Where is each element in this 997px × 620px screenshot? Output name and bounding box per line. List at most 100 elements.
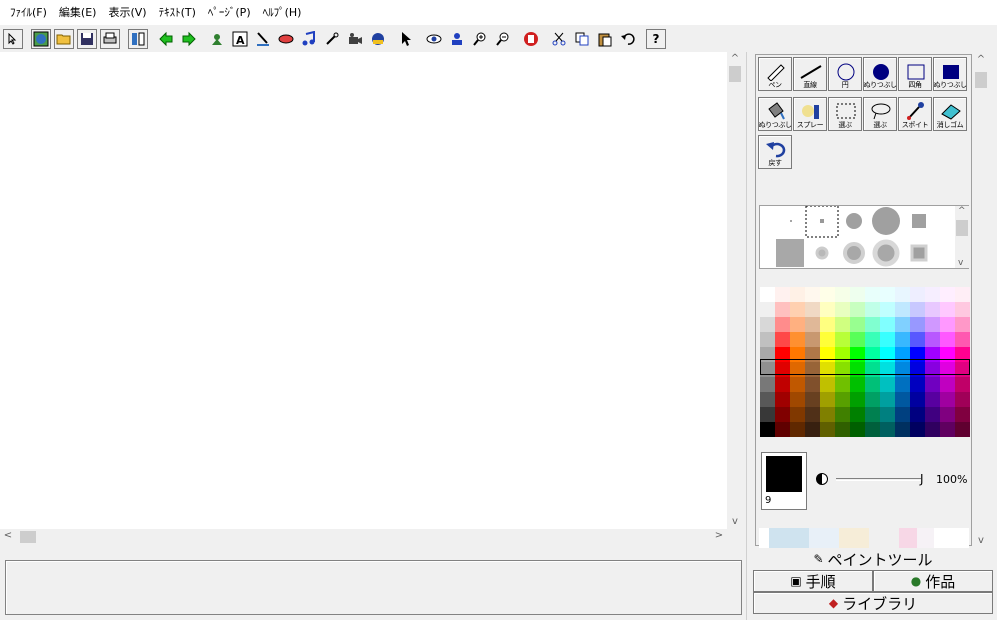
palette-color-cell[interactable] bbox=[895, 317, 910, 332]
tool-button[interactable] bbox=[322, 28, 342, 49]
palette-color-cell[interactable] bbox=[850, 302, 865, 317]
palette-color-cell[interactable] bbox=[940, 392, 955, 407]
palette-color-cell[interactable] bbox=[760, 407, 775, 422]
filled-circle-tool-button[interactable]: ぬりつぶし bbox=[863, 57, 897, 91]
menu-edit[interactable]: 編集(E) bbox=[53, 0, 103, 25]
palette-color-cell[interactable] bbox=[895, 362, 910, 377]
filled-rectangle-tool-button[interactable]: ぬりつぶし bbox=[933, 57, 967, 91]
palette-color-cell[interactable] bbox=[820, 347, 835, 362]
palette-color-cell[interactable] bbox=[955, 302, 970, 317]
palette-color-cell[interactable] bbox=[910, 377, 925, 392]
lasso-select-tool-button[interactable]: 選ぶ bbox=[863, 97, 897, 131]
palette-color-cell[interactable] bbox=[850, 332, 865, 347]
palette-color-cell[interactable] bbox=[925, 302, 940, 317]
opacity-slider-track[interactable] bbox=[836, 478, 921, 481]
palette-color-cell[interactable] bbox=[865, 302, 880, 317]
character-button[interactable] bbox=[207, 28, 227, 49]
palette-color-cell[interactable] bbox=[835, 302, 850, 317]
palette-color-cell[interactable] bbox=[850, 347, 865, 362]
palette-color-cell[interactable] bbox=[955, 377, 970, 392]
palette-color-cell[interactable] bbox=[805, 392, 820, 407]
palette-color-cell[interactable] bbox=[925, 347, 940, 362]
palette-color-cell[interactable] bbox=[835, 317, 850, 332]
cut-button[interactable] bbox=[549, 28, 569, 49]
palette-color-cell[interactable] bbox=[925, 287, 940, 302]
palette-color-cell[interactable] bbox=[865, 332, 880, 347]
palette-color-cell[interactable] bbox=[790, 317, 805, 332]
palette-color-cell[interactable] bbox=[880, 302, 895, 317]
palette-color-cell[interactable] bbox=[820, 407, 835, 422]
palette-color-cell[interactable] bbox=[820, 392, 835, 407]
palette-color-cell[interactable] bbox=[820, 302, 835, 317]
line-tool-button[interactable]: 直線 bbox=[793, 57, 827, 91]
menu-view[interactable]: 表示(V) bbox=[102, 0, 152, 25]
palette-color-cell[interactable] bbox=[895, 287, 910, 302]
previous-page-button[interactable] bbox=[156, 28, 176, 49]
palette-color-cell[interactable] bbox=[805, 302, 820, 317]
palette-color-cell[interactable] bbox=[865, 347, 880, 362]
undo-tool-button[interactable]: 戻す bbox=[758, 135, 792, 169]
palette-color-cell[interactable] bbox=[910, 392, 925, 407]
canvas-vertical-scroll-thumb[interactable] bbox=[729, 66, 741, 82]
palette-color-cell[interactable] bbox=[880, 422, 895, 437]
canvas-vertical-scrollbar[interactable]: ^ v bbox=[727, 52, 743, 529]
panel-splitter[interactable] bbox=[746, 52, 752, 620]
eyedropper-tool-button[interactable]: スポイト bbox=[898, 97, 932, 131]
palette-color-cell[interactable] bbox=[910, 407, 925, 422]
palette-color-cell[interactable] bbox=[910, 422, 925, 437]
palette-color-cell[interactable] bbox=[955, 392, 970, 407]
palette-color-cell[interactable] bbox=[775, 287, 790, 302]
palette-color-cell[interactable] bbox=[775, 407, 790, 422]
palette-color-cell[interactable] bbox=[910, 347, 925, 362]
paste-button[interactable] bbox=[595, 28, 615, 49]
palette-color-cell[interactable] bbox=[955, 332, 970, 347]
menu-text[interactable]: ﾃｷｽﾄ(T) bbox=[153, 0, 202, 25]
panel-scroll-up-icon[interactable]: ^ bbox=[973, 54, 989, 65]
spray-tool-button[interactable]: スプレー bbox=[793, 97, 827, 131]
drawing-canvas[interactable] bbox=[0, 52, 727, 529]
palette-color-cell[interactable] bbox=[760, 302, 775, 317]
select-mode-button[interactable] bbox=[3, 28, 23, 49]
palette-color-cell[interactable] bbox=[775, 302, 790, 317]
texture-palette[interactable] bbox=[759, 528, 969, 548]
scroll-left-arrow-icon[interactable]: < bbox=[0, 529, 16, 543]
palette-color-cell[interactable] bbox=[835, 377, 850, 392]
help-button[interactable]: ? bbox=[646, 28, 666, 49]
tab-paint-tool[interactable]: ✎ ペイントツール bbox=[753, 548, 993, 570]
opacity-slider-thumb[interactable]: J bbox=[920, 472, 924, 486]
palette-color-cell[interactable] bbox=[910, 362, 925, 377]
palette-color-cell[interactable] bbox=[910, 332, 925, 347]
new-work-button[interactable] bbox=[31, 28, 51, 49]
palette-color-cell[interactable] bbox=[790, 362, 805, 377]
palette-color-cell[interactable] bbox=[925, 422, 940, 437]
palette-color-cell[interactable] bbox=[955, 287, 970, 302]
palette-color-cell[interactable] bbox=[895, 422, 910, 437]
pen-tool-button[interactable]: ペン bbox=[758, 57, 792, 91]
palette-color-cell[interactable] bbox=[880, 317, 895, 332]
palette-color-cell[interactable] bbox=[850, 407, 865, 422]
palette-color-cell[interactable] bbox=[880, 377, 895, 392]
undo-button[interactable] bbox=[618, 28, 638, 49]
palette-color-cell[interactable] bbox=[850, 422, 865, 437]
brush-size-selector[interactable]: ^ v bbox=[759, 205, 969, 269]
palette-color-cell[interactable] bbox=[850, 287, 865, 302]
palette-color-cell[interactable] bbox=[805, 362, 820, 377]
panel-scroll-down-icon[interactable]: v bbox=[973, 535, 989, 546]
palette-color-cell[interactable] bbox=[925, 362, 940, 377]
menu-page[interactable]: ﾍﾟｰｼﾞ(P) bbox=[202, 0, 257, 25]
paint-bucket-tool-button[interactable]: ぬりつぶし bbox=[758, 97, 792, 131]
palette-color-cell[interactable] bbox=[850, 362, 865, 377]
palette-color-cell[interactable] bbox=[865, 362, 880, 377]
palette-color-cell[interactable] bbox=[805, 347, 820, 362]
palette-color-cell[interactable] bbox=[910, 302, 925, 317]
preview-button[interactable] bbox=[424, 28, 444, 49]
palette-color-cell[interactable] bbox=[895, 347, 910, 362]
scroll-right-arrow-icon[interactable]: > bbox=[711, 529, 727, 543]
palette-color-cell[interactable] bbox=[850, 317, 865, 332]
palette-color-cell[interactable] bbox=[925, 332, 940, 347]
canvas-horizontal-scroll-thumb[interactable] bbox=[20, 531, 36, 543]
palette-color-cell[interactable] bbox=[955, 347, 970, 362]
palette-color-cell[interactable] bbox=[760, 422, 775, 437]
palette-color-cell[interactable] bbox=[880, 332, 895, 347]
page-layout-button[interactable] bbox=[128, 28, 148, 49]
